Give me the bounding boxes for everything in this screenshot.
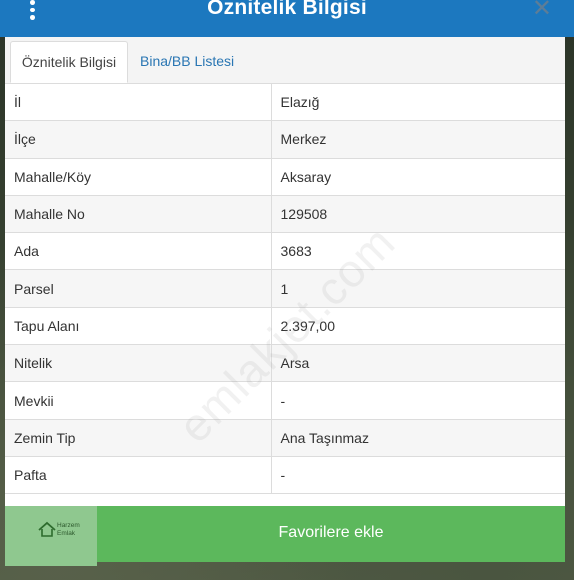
attribute-table: İl Elazığ İlçe Merkez Mahalle/Köy Aksaray M… xyxy=(5,82,565,495)
row-key: Ada xyxy=(5,232,272,271)
row-value: 129508 xyxy=(270,194,565,234)
row-value: Arsa xyxy=(270,344,565,383)
row-value: - xyxy=(270,381,565,420)
row-key: Zemin Tip xyxy=(5,418,272,457)
table-row: Nitelik Arsa xyxy=(5,344,565,383)
house-logo-icon xyxy=(38,521,56,537)
logo-text: Harzem Emlak xyxy=(57,522,80,537)
dialog-header: Öznitelik Bilgisi ✕ xyxy=(0,0,574,37)
tab-bar: Öznitelik Bilgisi Bina/BB Listesi xyxy=(5,37,565,84)
add-to-favorites-button[interactable]: Favorilere ekle xyxy=(97,506,565,562)
table-row: Mahalle/Köy Aksaray xyxy=(5,157,565,196)
row-key: Pafta xyxy=(5,455,272,495)
brand-logo: Harzem Emlak xyxy=(5,506,97,566)
row-value: 3683 xyxy=(270,232,565,271)
row-key: Mahalle/Köy xyxy=(5,157,272,196)
row-key: Mevkii xyxy=(5,381,272,420)
table-row: Tapu Alanı 2.397,00 xyxy=(5,306,565,346)
row-value: Elazığ xyxy=(270,82,565,122)
row-key: Tapu Alanı xyxy=(5,306,272,346)
tab-building-list[interactable]: Bina/BB Listesi xyxy=(132,41,242,83)
table-row: İlçe Merkez xyxy=(5,120,565,159)
table-row: Pafta - xyxy=(5,455,565,495)
dialog-title: Öznitelik Bilgisi xyxy=(207,0,367,19)
row-value: Merkez xyxy=(270,120,565,159)
table-row: Zemin Tip Ana Taşınmaz xyxy=(5,418,565,457)
close-icon[interactable]: ✕ xyxy=(532,0,552,23)
row-key: Nitelik xyxy=(5,344,272,383)
table-row: İl Elazığ xyxy=(5,82,565,122)
table-row: Mahalle No 129508 xyxy=(5,194,565,234)
row-value: - xyxy=(270,455,565,495)
attribute-panel: Öznitelik Bilgisi Bina/BB Listesi İl Elaz… xyxy=(5,37,565,507)
row-key: İlçe xyxy=(5,120,272,159)
tab-attribute-info[interactable]: Öznitelik Bilgisi xyxy=(10,41,128,83)
row-value: 1 xyxy=(270,269,565,308)
row-value: 2.397,00 xyxy=(270,306,565,346)
row-key: Parsel xyxy=(5,269,272,308)
row-key: İl xyxy=(5,82,272,122)
row-value: Aksaray xyxy=(270,157,565,196)
row-value: Ana Taşınmaz xyxy=(270,418,565,457)
row-key: Mahalle No xyxy=(5,194,272,234)
table-row: Mevkii - xyxy=(5,381,565,420)
table-row: Parsel 1 xyxy=(5,269,565,308)
table-row: Ada 3683 xyxy=(5,232,565,271)
